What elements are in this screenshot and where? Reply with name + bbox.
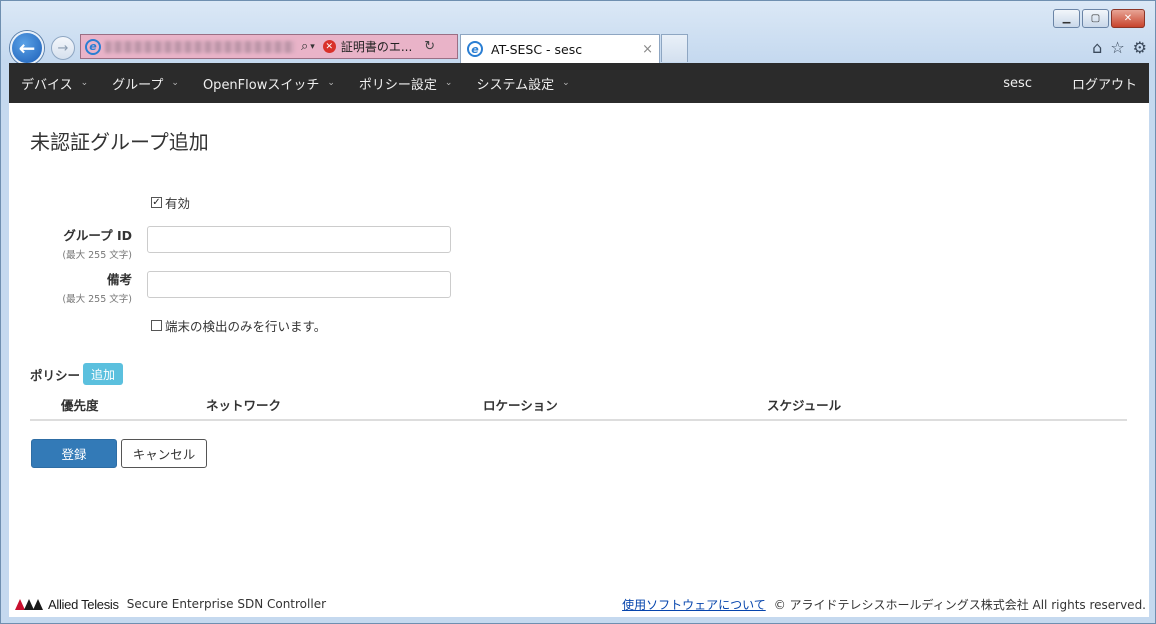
detect-only-checkbox-row[interactable]: 端末の検出のみを行います。 xyxy=(151,316,326,335)
detect-only-checkbox[interactable] xyxy=(151,320,162,331)
add-policy-button[interactable]: 追加 xyxy=(83,363,124,385)
address-url-blurred xyxy=(105,40,295,53)
chevron-down-icon: ⌄ xyxy=(562,78,570,88)
address-bar[interactable]: e ⌕ ▾ ✕ 証明書のエ... ↻ xyxy=(80,34,458,59)
close-window-button[interactable]: ✕ xyxy=(1111,9,1145,28)
software-info-link[interactable]: 使用ソフトウェアについて xyxy=(622,596,766,613)
enabled-label: 有効 xyxy=(165,196,191,211)
nav-groups-label: グループ xyxy=(112,77,164,93)
detect-only-label: 端末の検出のみを行います。 xyxy=(165,319,327,334)
column-location: ロケーション xyxy=(483,393,767,421)
chevron-down-icon: ⌄ xyxy=(80,78,89,88)
chevron-down-icon: ⌄ xyxy=(444,78,453,88)
nav-openflow-label: OpenFlowスイッチ xyxy=(202,77,320,93)
note-label-block: 備考 (最大 255 文字) xyxy=(9,269,132,305)
policy-label: ポリシー xyxy=(30,367,81,383)
note-label: 備考 xyxy=(106,272,132,287)
group-id-label: グループ ID xyxy=(63,228,132,243)
nav-user[interactable]: sesc xyxy=(983,74,1052,93)
copyright-text: © アライドテレシスホールディングス株式会社 All rights reserv… xyxy=(773,597,1146,612)
page-title: 未認証グループ追加 xyxy=(30,130,209,154)
column-schedule: スケジュール xyxy=(767,393,1127,421)
certificate-error-icon[interactable]: ✕ xyxy=(322,40,336,53)
nav-openflow-switch[interactable]: OpenFlowスイッチ ⌄ xyxy=(191,63,347,103)
ie-logo-icon: e xyxy=(467,41,483,57)
submit-button[interactable]: 登録 xyxy=(31,439,117,468)
nav-system-settings[interactable]: システム設定 ⌄ xyxy=(464,63,581,103)
tab-title: AT-SESC - sesc xyxy=(491,41,583,57)
enabled-checkbox-row[interactable]: ✓ 有効 xyxy=(151,193,190,212)
group-id-label-block: グループ ID (最大 255 文字) xyxy=(9,225,132,261)
new-tab-button[interactable] xyxy=(661,34,688,62)
arrow-left-icon: ← xyxy=(18,36,36,60)
home-icon[interactable]: ⌂ xyxy=(1092,38,1102,57)
chevron-down-icon: ⌄ xyxy=(327,78,335,88)
nav-system-label: システム設定 xyxy=(476,77,555,93)
dropdown-arrow-icon[interactable]: ▾ xyxy=(310,42,315,52)
navbar-right: sesc ログアウト xyxy=(983,74,1149,93)
chevron-down-icon: ⌄ xyxy=(171,78,179,88)
allied-telesis-mark-icon xyxy=(15,598,45,610)
back-button[interactable]: ← xyxy=(10,31,44,65)
browser-toolbar: ⌂ ☆ ⚙ xyxy=(1092,38,1147,57)
policy-header: ポリシー 追加 xyxy=(30,363,124,385)
tab-close-icon[interactable]: × xyxy=(642,42,653,57)
nav-devices[interactable]: デバイス ⌄ xyxy=(9,63,100,103)
browser-tab[interactable]: e AT-SESC - sesc × xyxy=(460,34,660,63)
nav-devices-label: デバイス xyxy=(21,77,73,93)
note-input[interactable] xyxy=(147,271,451,298)
column-network: ネットワーク xyxy=(206,393,483,421)
nav-policy-settings[interactable]: ポリシー設定 ⌄ xyxy=(347,63,465,103)
policy-table-header-row: 優先度 ネットワーク ロケーション スケジュール xyxy=(30,393,1127,421)
search-icon[interactable]: ⌕ xyxy=(301,39,308,54)
nav-policy-label: ポリシー設定 xyxy=(358,77,437,93)
minimize-button[interactable]: ▁ xyxy=(1053,9,1080,28)
favorites-star-icon[interactable]: ☆ xyxy=(1110,38,1124,57)
note-hint: (最大 255 文字) xyxy=(62,294,132,305)
group-id-input[interactable] xyxy=(147,226,451,253)
window-controls: ▁ ▢ ✕ xyxy=(1053,9,1145,28)
footer-right: 使用ソフトウェアについて © アライドテレシスホールディングス株式会社 All … xyxy=(622,596,1149,613)
enabled-checkbox[interactable]: ✓ xyxy=(151,197,162,208)
arrow-right-icon: → xyxy=(57,40,69,56)
allied-telesis-logo: Allied Telesis xyxy=(15,597,127,612)
page-footer: Allied Telesis Secure Enterprise SDN Con… xyxy=(9,593,1149,615)
brand-name: Allied Telesis xyxy=(48,596,119,612)
product-name: Secure Enterprise SDN Controller xyxy=(126,597,327,611)
maximize-button[interactable]: ▢ xyxy=(1082,9,1109,28)
forward-button[interactable]: → xyxy=(51,36,75,60)
policy-table: 優先度 ネットワーク ロケーション スケジュール xyxy=(30,393,1127,421)
group-id-hint: (最大 255 文字) xyxy=(62,250,132,261)
page-content: 未認証グループ追加 ✓ 有効 グループ ID (最大 255 文字) 備考 (最… xyxy=(9,103,1149,617)
logout-link[interactable]: ログアウト xyxy=(1052,74,1149,93)
certificate-error-text[interactable]: 証明書のエ... xyxy=(341,38,412,55)
browser-window: ▁ ▢ ✕ ← → e ⌕ ▾ ✕ 証明書のエ... ↻ e AT-SESC -… xyxy=(0,0,1156,624)
gear-icon[interactable]: ⚙ xyxy=(1133,38,1147,57)
column-priority: 優先度 xyxy=(30,393,206,421)
app-navbar: デバイス ⌄ グループ ⌄ OpenFlowスイッチ ⌄ ポリシー設定 ⌄ シス… xyxy=(9,63,1149,103)
ie-logo-icon: e xyxy=(85,38,101,55)
cancel-button[interactable]: キャンセル xyxy=(121,439,207,468)
refresh-icon[interactable]: ↻ xyxy=(424,39,435,54)
nav-groups[interactable]: グループ ⌄ xyxy=(100,63,191,103)
